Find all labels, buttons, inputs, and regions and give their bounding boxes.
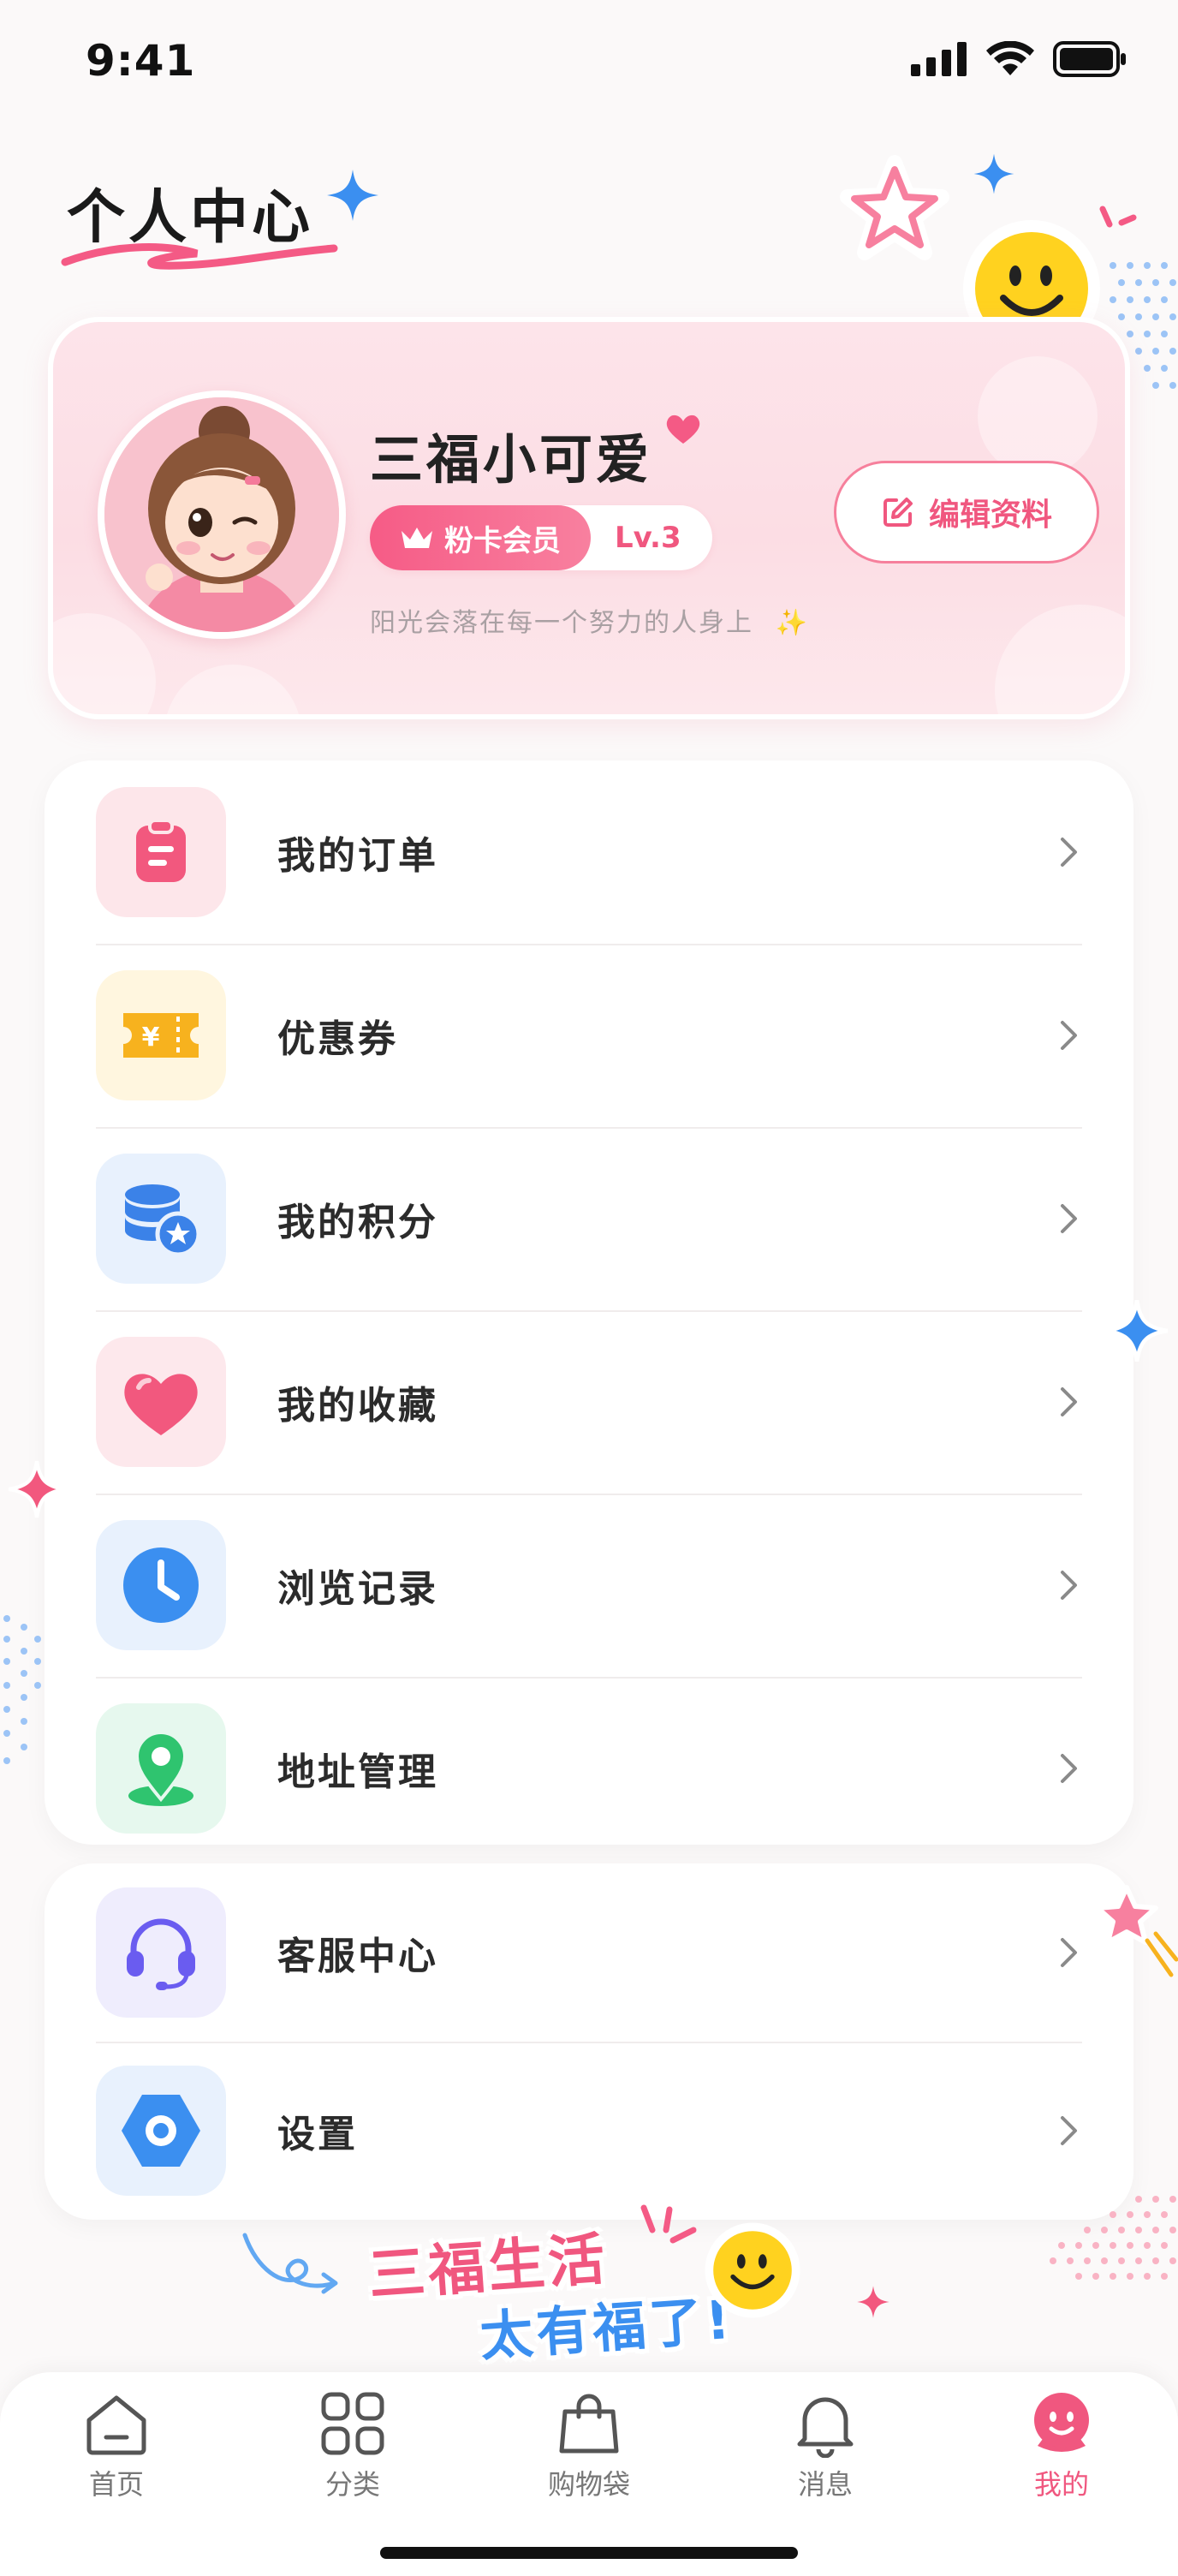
headset-icon (127, 1918, 195, 1990)
menu-label: 地址管理 (277, 1750, 438, 1794)
primary-menu-card: 我的订单 ¥ 优惠券 我的积分 我的收藏 浏览记录 地址管理 (45, 760, 1133, 1845)
menu-item-points[interactable]: 我的积分 (45, 1127, 1133, 1310)
chevron-right-icon (1061, 1571, 1077, 1600)
heart-icon (124, 1374, 198, 1435)
sparkle-icon (973, 153, 1014, 194)
location-pin-icon (128, 1731, 193, 1806)
coins-star-icon (125, 1184, 201, 1257)
menu-label: 我的订单 (277, 834, 438, 878)
status-time: 9:41 (86, 36, 196, 86)
title-underline-decoration (61, 243, 338, 270)
tab-bar: 首页 分类 购物袋 消息 我的 (0, 2372, 1178, 2576)
small-heart-icon (666, 414, 700, 444)
menu-item-favorites[interactable]: 我的收藏 (45, 1310, 1133, 1494)
clock-icon (123, 1547, 199, 1623)
menu-item-customer-service[interactable]: 客服中心 (45, 1863, 1133, 2042)
wifi-icon (986, 41, 1034, 75)
member-level: Lv.3 (615, 521, 681, 555)
shopping-bag-icon (559, 2394, 619, 2454)
menu-item-coupons[interactable]: ¥ 优惠券 (45, 944, 1133, 1127)
battery-icon (1053, 41, 1126, 77)
tab-messages[interactable]: 消息 (757, 2389, 894, 2502)
menu-label: 我的积分 (277, 1201, 438, 1244)
username: 三福小可爱 (370, 428, 653, 491)
avatar-girl-illustration (104, 397, 339, 632)
motto-text: 阳光会落在每一个努力的人身上 ✨ (370, 608, 809, 638)
tab-category[interactable]: 分类 (284, 2389, 421, 2502)
burst-lines-icon (640, 2204, 697, 2244)
chevron-right-icon (1061, 838, 1077, 867)
menu-item-settings[interactable]: 设置 (45, 2042, 1133, 2220)
chevron-right-icon (1061, 1021, 1077, 1050)
menu-label: 设置 (277, 2113, 358, 2156)
sparkle-icon (8, 1460, 66, 1518)
clipboard-icon (136, 819, 186, 882)
edit-icon (883, 498, 913, 527)
pink-star-icon (840, 155, 949, 260)
svg-text:¥: ¥ (142, 1023, 160, 1052)
chevron-right-icon (1061, 1754, 1077, 1783)
burst-lines-icon (1099, 206, 1137, 228)
grid-icon (321, 2392, 384, 2455)
secondary-menu-card: 客服中心 设置 (45, 1863, 1133, 2220)
chevron-right-icon (1061, 1204, 1077, 1233)
curly-arrow-decoration (242, 2233, 338, 2294)
shooting-star-icon (1095, 1885, 1178, 1977)
dots-pattern-decoration (3, 1615, 41, 1764)
tab-shopping-bag[interactable]: 购物袋 (521, 2389, 657, 2502)
slogan-sticker: 三福生活 太有福了! (360, 2201, 813, 2368)
menu-item-address[interactable]: 地址管理 (45, 1677, 1133, 1860)
smiley-face-icon (705, 2222, 800, 2318)
chevron-right-icon (1061, 1938, 1077, 1967)
crown-icon (402, 528, 432, 548)
avatar[interactable] (98, 391, 346, 639)
chevron-right-icon (1061, 2116, 1077, 2145)
member-level-pill: 粉卡会员 Lv.3 (370, 505, 712, 570)
coupon-icon: ¥ (123, 1013, 199, 1058)
slogan-line-2: 太有福了! (478, 2287, 735, 2369)
sparkle-icon (857, 2286, 889, 2318)
member-badge: 粉卡会员 (370, 505, 591, 570)
chevron-right-icon (1061, 1387, 1077, 1416)
profile-face-icon (1034, 2393, 1089, 2452)
home-icon (86, 2395, 146, 2455)
menu-item-history[interactable]: 浏览记录 (45, 1494, 1133, 1677)
profile-card: 三福小可爱 粉卡会员 Lv.3 阳光会落在每一个努力的人身上 ✨ 编辑资料 (48, 317, 1130, 719)
sparkle-icon: ✨ (775, 608, 809, 638)
tab-profile[interactable]: 我的 (993, 2389, 1130, 2502)
cellular-signal-icon (911, 42, 967, 76)
status-bar: 9:41 (0, 0, 1178, 128)
sparkle-icon (327, 170, 378, 221)
menu-label: 客服中心 (277, 1935, 438, 1978)
edit-profile-button[interactable]: 编辑资料 (834, 461, 1099, 564)
sparkle-icon (1105, 1299, 1169, 1363)
tab-home[interactable]: 首页 (48, 2389, 185, 2502)
bell-icon (797, 2397, 854, 2458)
menu-label: 我的收藏 (277, 1384, 438, 1428)
menu-item-orders[interactable]: 我的订单 (45, 760, 1133, 944)
home-indicator (380, 2547, 798, 2559)
dots-pattern-decoration (1050, 2196, 1176, 2280)
settings-icon (122, 2095, 200, 2167)
menu-label: 浏览记录 (277, 1567, 438, 1611)
menu-label: 优惠券 (277, 1017, 398, 1061)
